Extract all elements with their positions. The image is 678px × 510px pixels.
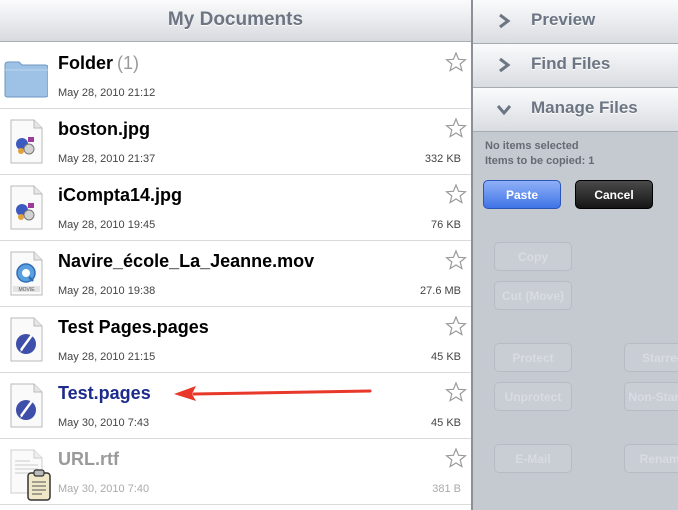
item-count: (1) xyxy=(117,53,140,73)
file-size: 381 B xyxy=(432,483,461,495)
star-icon[interactable] xyxy=(445,183,467,205)
list-item-folder[interactable]: Folder (1) May 28, 2010 21:12 xyxy=(0,43,471,109)
file-date: May 28, 2010 21:12 xyxy=(58,87,156,99)
file-name: iCompta14.jpg xyxy=(58,185,183,205)
list-item-boston[interactable]: boston.jpg May 28, 2010 21:37 332 KB xyxy=(0,109,471,175)
movie-file-icon: MOVIE xyxy=(10,251,43,296)
file-size: 332 KB xyxy=(424,153,461,165)
file-date: May 28, 2010 19:45 xyxy=(58,219,156,231)
rename-button[interactable]: Rename xyxy=(624,444,678,473)
file-name: Folder (1) xyxy=(58,53,140,73)
section-manage-files[interactable]: Manage Files xyxy=(473,88,678,132)
star-icon[interactable] xyxy=(445,249,467,271)
pages-file-icon xyxy=(10,317,43,362)
image-file-icon xyxy=(10,119,43,164)
file-size: 76 KB xyxy=(431,219,461,231)
unprotect-button[interactable]: Unprotect xyxy=(494,382,572,411)
folder-icon xyxy=(4,61,48,98)
cut-move-button[interactable]: Cut (Move) xyxy=(494,281,572,310)
section-label: Preview xyxy=(531,10,596,29)
section-preview[interactable]: Preview xyxy=(473,0,678,44)
chevron-down-icon xyxy=(497,105,511,116)
image-file-icon xyxy=(10,185,43,230)
file-name: Test.pages xyxy=(58,383,151,403)
star-icon[interactable] xyxy=(445,447,467,469)
svg-text:MOVIE: MOVIE xyxy=(18,287,35,293)
file-name: boston.jpg xyxy=(58,119,150,139)
list-item-icompta[interactable]: iCompta14.jpg May 28, 2010 19:45 76 KB xyxy=(0,175,471,241)
star-icon[interactable] xyxy=(445,51,467,73)
chevron-right-icon xyxy=(499,57,511,73)
list-item-test-pages[interactable]: Test Pages.pages May 28, 2010 21:15 45 K… xyxy=(0,307,471,373)
file-name: URL.rtf xyxy=(58,449,119,469)
file-size: 27.6 MB xyxy=(420,285,461,297)
file-date: May 28, 2010 21:37 xyxy=(58,153,156,165)
non-starred-button[interactable]: Non-Starred xyxy=(624,382,678,411)
star-icon[interactable] xyxy=(445,117,467,139)
section-find-files[interactable]: Find Files xyxy=(473,44,678,88)
section-label: Find Files xyxy=(531,54,611,73)
page-title: My Documents xyxy=(0,0,471,42)
clipboard-icon xyxy=(27,469,51,501)
email-button[interactable]: E-Mail xyxy=(494,444,572,473)
file-name: Test Pages.pages xyxy=(58,317,209,337)
documents-panel: My Documents Folder (1) May 28, 2010 21:1… xyxy=(0,0,471,510)
protect-button[interactable]: Protect xyxy=(494,343,572,372)
annotation-arrow xyxy=(174,386,372,401)
section-label: Manage Files xyxy=(531,98,638,117)
pages-file-icon xyxy=(10,383,43,428)
star-icon[interactable] xyxy=(445,315,467,337)
selection-status: No items selected xyxy=(485,140,579,152)
file-date: May 28, 2010 21:15 xyxy=(58,351,156,363)
cancel-button[interactable]: Cancel xyxy=(575,180,653,209)
star-icon[interactable] xyxy=(445,381,467,403)
file-date: May 30, 2010 7:40 xyxy=(58,483,150,495)
actions-panel: Preview Find Files Manage Files No items… xyxy=(471,0,678,510)
file-date: May 28, 2010 19:38 xyxy=(58,285,156,297)
list-item-url-rtf[interactable]: URL.rtf May 30, 2010 7:40 381 B xyxy=(0,439,471,505)
file-date: May 30, 2010 7:43 xyxy=(58,417,150,429)
copy-button[interactable]: Copy xyxy=(494,242,572,271)
file-size: 45 KB xyxy=(431,351,461,363)
file-size: 45 KB xyxy=(431,417,461,429)
file-name: Navire_école_La_Jeanne.mov xyxy=(58,251,315,271)
copy-status: Items to be copied: 1 xyxy=(485,155,595,167)
paste-button[interactable]: Paste xyxy=(483,180,561,209)
list-item-movie[interactable]: MOVIE Navire_école_La_Jeanne.mov May 28,… xyxy=(0,241,471,307)
starred-button[interactable]: Starred xyxy=(624,343,678,372)
chevron-right-icon xyxy=(499,13,511,29)
